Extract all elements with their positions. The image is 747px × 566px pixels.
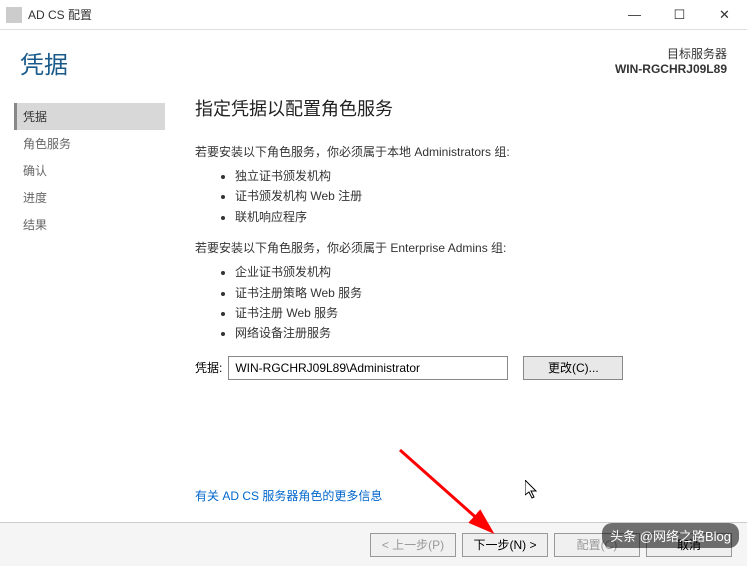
list-item: 证书颁发机构 Web 注册 [235, 186, 722, 206]
maximize-button[interactable]: ☐ [657, 0, 702, 29]
list-item: 联机响应程序 [235, 207, 722, 227]
sidebar-item-confirm[interactable]: 确认 [20, 157, 165, 184]
sidebar-item-results[interactable]: 结果 [20, 211, 165, 238]
sidebar-item-credentials[interactable]: 凭据 [14, 103, 165, 130]
window-title: AD CS 配置 [28, 6, 612, 23]
credentials-label: 凭据: [195, 359, 222, 376]
next-button[interactable]: 下一步(N) > [462, 533, 548, 557]
close-button[interactable]: ✕ [702, 0, 747, 29]
local-admin-list: 独立证书颁发机构 证书颁发机构 Web 注册 联机响应程序 [235, 166, 722, 227]
minimize-button[interactable]: — [612, 0, 657, 29]
more-info-link[interactable]: 有关 AD CS 服务器角色的更多信息 [195, 487, 382, 504]
previous-button: < 上一步(P) [370, 533, 456, 557]
list-item: 独立证书颁发机构 [235, 166, 722, 186]
watermark: 头条 @网络之路Blog [602, 523, 739, 548]
target-server-name: WIN-RGCHRJ09L89 [615, 62, 727, 76]
list-item: 网络设备注册服务 [235, 323, 722, 343]
page-title: 凭据 [20, 45, 615, 80]
list-item: 企业证书颁发机构 [235, 262, 722, 282]
list-item: 证书注册策略 Web 服务 [235, 283, 722, 303]
credentials-input[interactable] [228, 356, 508, 380]
main-heading: 指定凭据以配置角色服务 [195, 95, 722, 121]
enterprise-admin-list: 企业证书颁发机构 证书注册策略 Web 服务 证书注册 Web 服务 网络设备注… [235, 262, 722, 344]
local-admin-intro: 若要安装以下角色服务，你必须属于本地 Administrators 组: [195, 143, 722, 160]
target-server-label: 目标服务器 [615, 45, 727, 62]
sidebar-item-role-services[interactable]: 角色服务 [20, 130, 165, 157]
enterprise-admin-intro: 若要安装以下角色服务，你必须属于 Enterprise Admins 组: [195, 239, 722, 256]
sidebar: 凭据 角色服务 确认 进度 结果 [0, 95, 165, 515]
list-item: 证书注册 Web 服务 [235, 303, 722, 323]
app-icon [6, 7, 22, 23]
sidebar-item-progress[interactable]: 进度 [20, 184, 165, 211]
change-button[interactable]: 更改(C)... [523, 356, 623, 380]
